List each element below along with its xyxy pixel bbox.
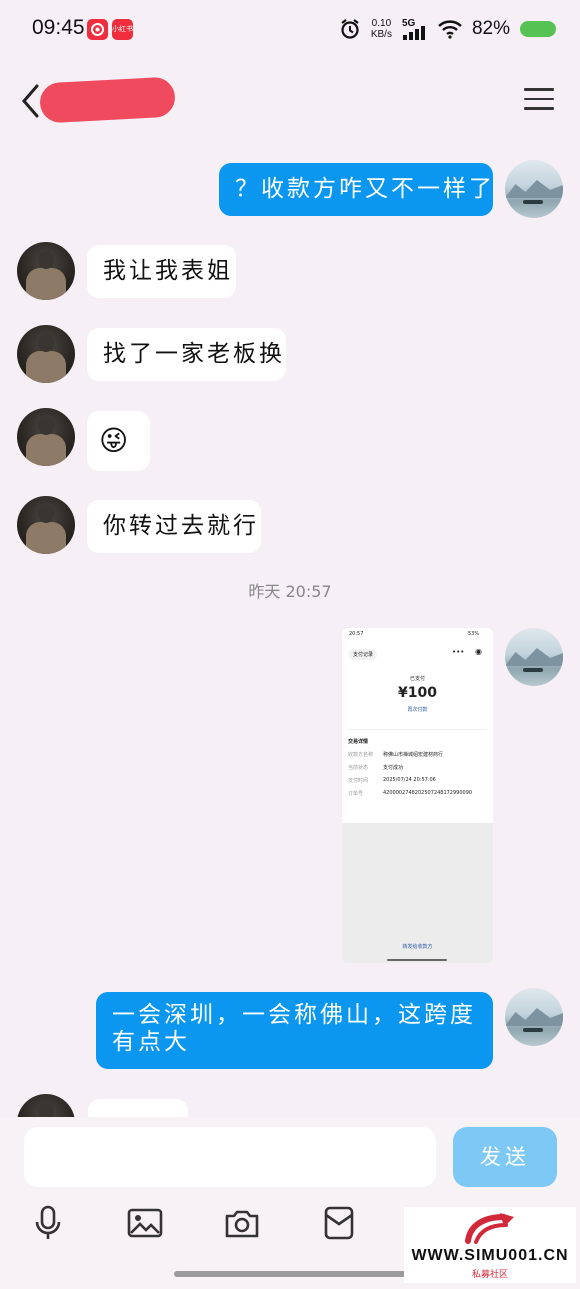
my-avatar[interactable] <box>505 628 563 686</box>
my-avatar[interactable] <box>505 988 563 1046</box>
status-time: 09:45 <box>32 16 85 39</box>
wallet-icon[interactable] <box>319 1203 359 1243</box>
music-app-icon <box>87 19 108 40</box>
shot-pay-again: 再次付款 <box>407 707 428 713</box>
status-right: 0.10 KB/s 5G 82% <box>339 18 556 40</box>
shot-status-time: 20:57 <box>349 631 364 637</box>
outgoing-message[interactable]: ？收款方咋又不一样了 <box>219 163 493 216</box>
menu-icon-line <box>524 107 554 110</box>
incoming-message[interactable]: 你转过去就行 <box>87 500 261 553</box>
shot-status-battery: 53% <box>468 631 480 637</box>
menu-button[interactable] <box>524 88 554 112</box>
watermark-logo <box>465 1213 514 1244</box>
timestamp-divider: 昨天 20:57 <box>248 582 332 601</box>
message-input[interactable] <box>24 1127 436 1187</box>
contact-avatar[interactable] <box>17 325 75 383</box>
menu-icon-line <box>524 88 554 91</box>
watermark-text: WWW.SIMU001.CN <box>411 1247 569 1264</box>
net-speed-value: 0.10 <box>371 18 392 29</box>
net-speed-unit: KB/s <box>370 29 392 40</box>
shot-amount: ¥100 <box>398 685 437 701</box>
contact-avatar[interactable] <box>17 242 75 300</box>
incoming-message[interactable]: 找了一家老板换 <box>87 328 286 381</box>
watermark-subtext: 私募社区 <box>471 1270 508 1280</box>
battery-percent: 82% <box>471 18 510 39</box>
shot-section-title: 交易详情 <box>348 739 369 745</box>
contact-name-redacted <box>39 76 176 124</box>
menu-icon-line <box>524 97 554 100</box>
shot-home-indicator <box>387 959 447 961</box>
shot-row-value: 2025/07/24 20:57:06 <box>383 777 436 783</box>
shot-row-value: 4200002748202507248172990090 <box>383 790 473 796</box>
image-icon[interactable] <box>125 1203 165 1243</box>
shot-row-value: 支付成功 <box>383 765 404 771</box>
shot-target-icon: ◉ <box>475 647 482 656</box>
message-line: 一会深圳，一会称佛山，这跨度 <box>112 1002 476 1028</box>
xiaohongshu-app-icon: 小红书 <box>112 19 133 40</box>
shot-row-label: 订单号 <box>348 791 364 797</box>
payment-screenshot-message[interactable]: 20:57 53% 支付记录 ••• ◉ 已支付 ¥100 再次付款 交易详情 … <box>342 628 493 963</box>
my-avatar[interactable] <box>505 160 563 218</box>
shot-pay-status: 已支付 <box>409 676 425 682</box>
net-speed: 0.10 KB/s <box>371 18 392 40</box>
wifi-icon <box>438 20 462 39</box>
shot-row-label: 支付时间 <box>348 778 369 784</box>
outgoing-message[interactable]: 一会深圳，一会称佛山，这跨度 有点大 <box>96 992 493 1069</box>
contact-avatar[interactable] <box>17 496 75 554</box>
watermark: WWW.SIMU001.CN 私募社区 <box>404 1207 576 1283</box>
incoming-message[interactable]: 我让我表姐 <box>87 245 236 298</box>
shot-row-label: 收款方名称 <box>348 752 374 758</box>
shot-tab: 支付记录 <box>349 649 378 660</box>
shot-footer-link: 转发给收款方 <box>402 944 433 950</box>
shot-tab-label: 支付记录 <box>353 652 374 658</box>
shot-more-icon: ••• <box>452 648 465 656</box>
contact-avatar[interactable] <box>17 408 75 466</box>
shot-divider <box>348 729 487 730</box>
shot-row-value: 称佛山市禅城绍宏建材商行 <box>383 752 444 758</box>
battery-icon <box>520 21 556 37</box>
shot-row-label: 当前状态 <box>348 765 369 771</box>
camera-icon[interactable] <box>222 1203 262 1243</box>
send-button[interactable]: 发送 <box>453 1127 557 1187</box>
signal-icon: 5G <box>402 18 428 40</box>
microphone-icon[interactable] <box>28 1203 68 1243</box>
home-indicator <box>174 1271 406 1277</box>
alarm-icon <box>341 19 359 39</box>
message-line: 有点大 <box>112 1029 190 1055</box>
emoji-message[interactable]: 😜 <box>87 411 150 471</box>
